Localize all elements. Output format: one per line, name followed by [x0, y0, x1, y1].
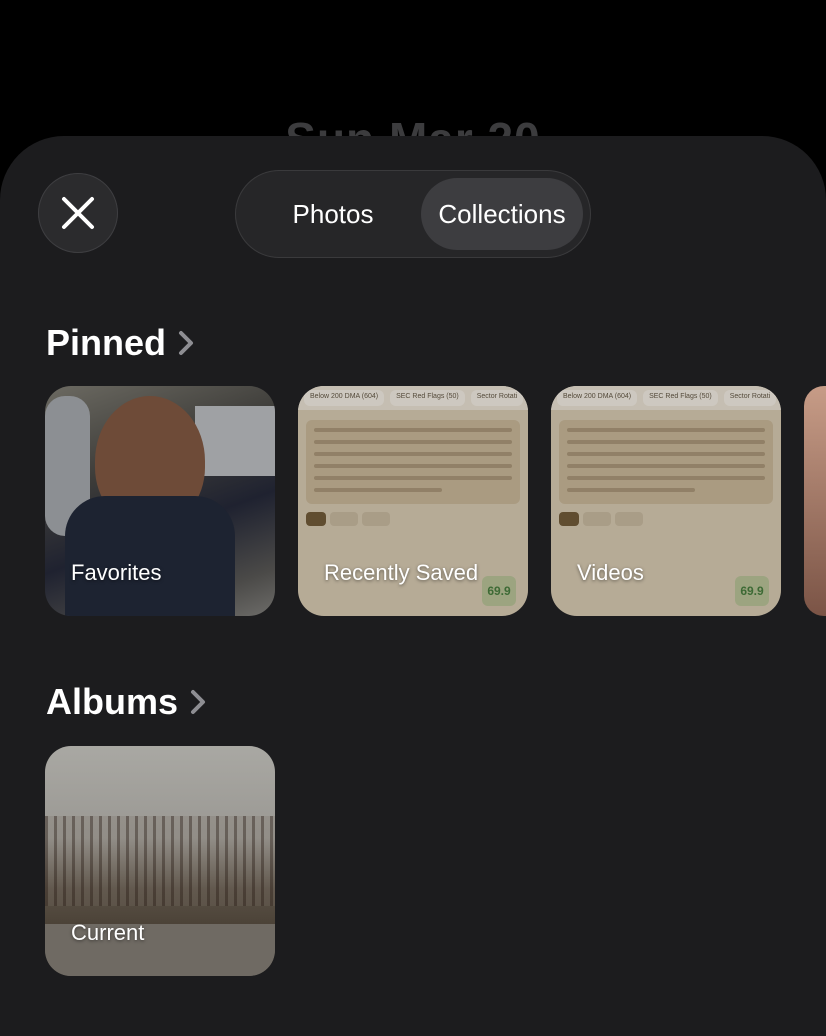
tab-collections[interactable]: Collections [421, 178, 583, 250]
chevron-right-icon [178, 330, 194, 356]
pinned-item-favorites[interactable]: Favorites [45, 386, 275, 616]
pinned-header[interactable]: Pinned [46, 322, 194, 364]
pinned-item-partial[interactable] [804, 386, 826, 616]
tab-photos[interactable]: Photos [245, 178, 421, 250]
close-button[interactable] [38, 173, 118, 253]
tile-label: Videos [577, 560, 644, 585]
close-icon [62, 197, 94, 229]
albums-header[interactable]: Albums [46, 681, 206, 723]
collections-sheet: Photos Collections Pinned Favorites Belo… [0, 136, 826, 1036]
tile-label: Recently Saved [324, 560, 479, 585]
pinned-item-recently-saved[interactable]: Below 200 DMA (604) SEC Red Flags (50) S… [298, 386, 528, 616]
pinned-title: Pinned [46, 322, 167, 363]
chevron-right-icon [190, 689, 206, 715]
view-segmented-control: Photos Collections [235, 170, 591, 258]
albums-title: Albums [46, 681, 179, 722]
pinned-item-videos[interactable]: Below 200 DMA (604) SEC Red Flags (50) S… [551, 386, 781, 616]
tile-label: Favorites [71, 560, 162, 585]
album-item-current[interactable]: Current [45, 746, 275, 976]
tile-label: Current [71, 920, 145, 945]
